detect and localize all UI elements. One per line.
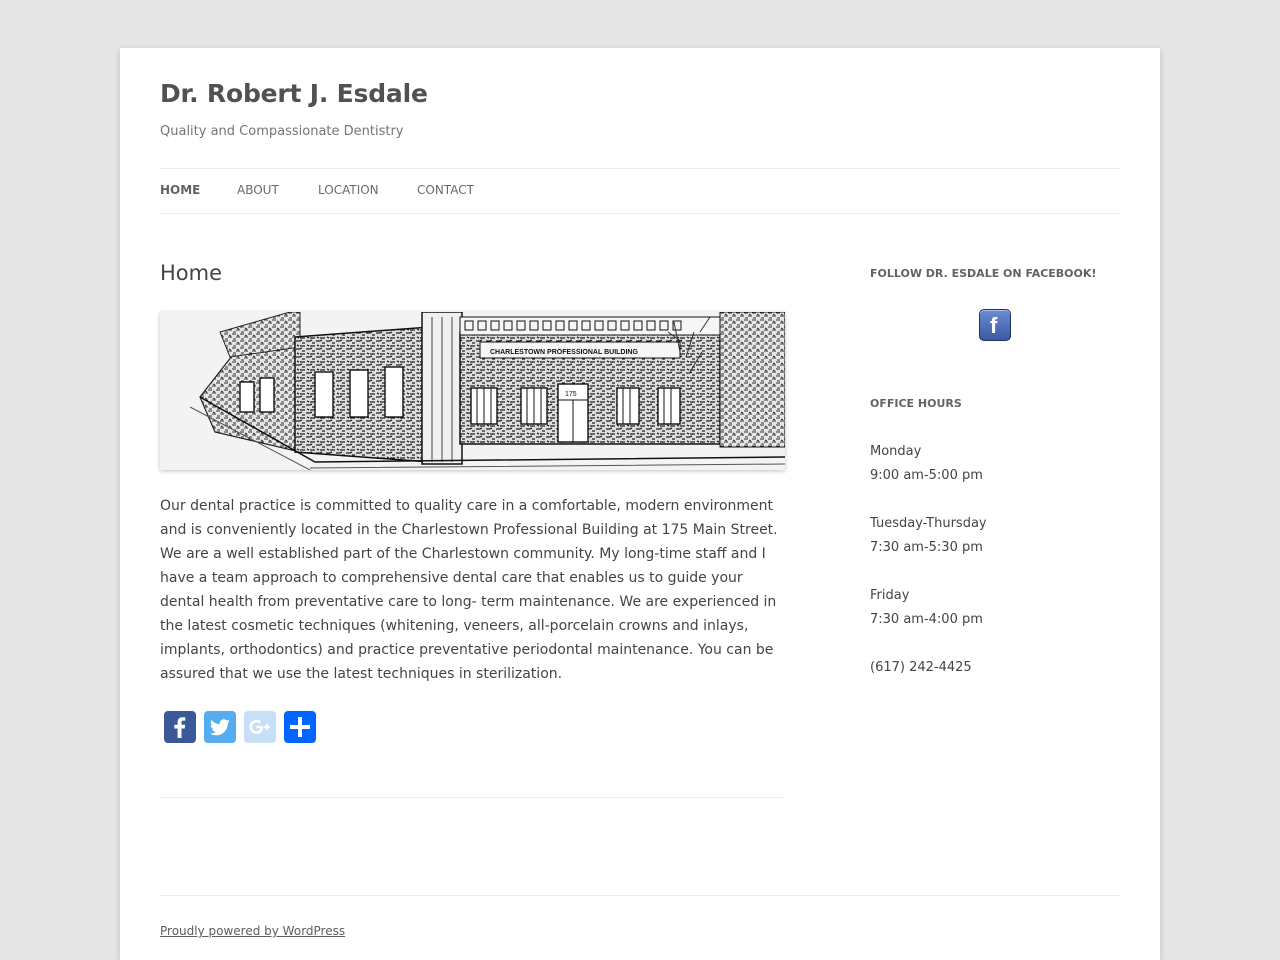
- site-description: Quality and Compassionate Dentistry: [160, 124, 404, 139]
- office-phone: (617) 242-4425: [870, 660, 972, 675]
- hours-monday-time: 9:00 am-5:00 pm: [870, 468, 983, 483]
- facebook-icon: [174, 717, 186, 738]
- hours-friday-day: Friday: [870, 588, 910, 603]
- hours-tue-thu-day: Tuesday-Thursday: [870, 516, 987, 531]
- facebook-widget-title: Follow Dr. Esdale on Facebook!: [870, 267, 1097, 280]
- hours-tue-thu-time: 7:30 am-5:30 pm: [870, 540, 983, 555]
- share-plus-icon: [290, 717, 310, 737]
- nav-item-about[interactable]: About: [237, 183, 279, 197]
- building-sign-text: CHARLESTOWN PROFESSIONAL BUILDING: [490, 349, 638, 356]
- main-navigation: Home About Location Contact: [160, 168, 1120, 214]
- entry-divider: [160, 797, 785, 798]
- twitter-share-button[interactable]: [204, 711, 236, 743]
- wordpress-credit-link[interactable]: Proudly powered by WordPress: [160, 924, 345, 938]
- page-title: Home: [160, 261, 223, 285]
- google-plus-icon: [249, 719, 270, 734]
- share-more-button[interactable]: [284, 711, 316, 743]
- office-hours-title: Office Hours: [870, 397, 962, 410]
- nav-item-home[interactable]: Home: [160, 183, 200, 197]
- facebook-follow-button[interactable]: f: [979, 309, 1011, 341]
- hours-monday-day: Monday: [870, 444, 922, 459]
- building-door-number: 175: [565, 391, 577, 398]
- facebook-icon: f: [990, 313, 998, 338]
- nav-item-location[interactable]: Location: [318, 183, 379, 197]
- facebook-share-button[interactable]: [164, 711, 196, 743]
- hours-friday-time: 7:30 am-4:00 pm: [870, 612, 983, 627]
- page-container: Dr. Robert J. Esdale Quality and Compass…: [120, 48, 1160, 960]
- google-plus-share-button[interactable]: [244, 711, 276, 743]
- nav-item-contact[interactable]: Contact: [417, 183, 474, 197]
- footer-divider: [160, 895, 1120, 896]
- twitter-icon: [209, 719, 230, 736]
- page-body-text: Our dental practice is committed to qual…: [160, 498, 778, 682]
- site-title[interactable]: Dr. Robert J. Esdale: [160, 79, 428, 108]
- building-sketch-image: CHARLESTOWN PROFESSIONAL BUILDING 175: [160, 312, 785, 470]
